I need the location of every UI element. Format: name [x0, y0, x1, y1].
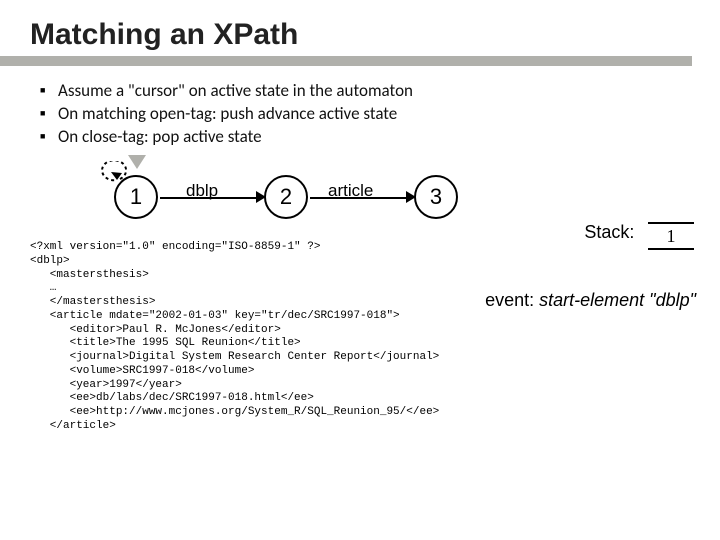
bullet-item: On close-tag: pop active state	[40, 126, 692, 147]
state-node-2: 2	[264, 175, 308, 219]
edge-label-dblp: dblp	[186, 181, 218, 201]
stack-label: Stack:	[584, 222, 634, 243]
bullet-item: On matching open-tag: push advance activ…	[40, 103, 692, 124]
event-prefix: event:	[485, 290, 539, 310]
slide-title: Matching an XPath	[30, 18, 692, 52]
bullet-item: Assume a "cursor" on active state in the…	[40, 80, 692, 101]
state-node-1: 1	[114, 175, 158, 219]
event-text: event: start-element "dblp"	[485, 290, 696, 311]
edge-label-article: article	[328, 181, 373, 201]
xml-snippet: <?xml version="1.0" encoding="ISO-8859-1…	[30, 241, 692, 434]
title-underline	[30, 56, 692, 66]
event-body: start-element "dblp"	[539, 290, 696, 310]
bullet-list: Assume a "cursor" on active state in the…	[30, 80, 692, 147]
stack-display: Stack: 1	[584, 222, 694, 250]
automaton-diagram: 1 dblp 2 article 3	[84, 169, 692, 229]
state-node-3: 3	[414, 175, 458, 219]
stack-value: 1	[648, 222, 694, 250]
